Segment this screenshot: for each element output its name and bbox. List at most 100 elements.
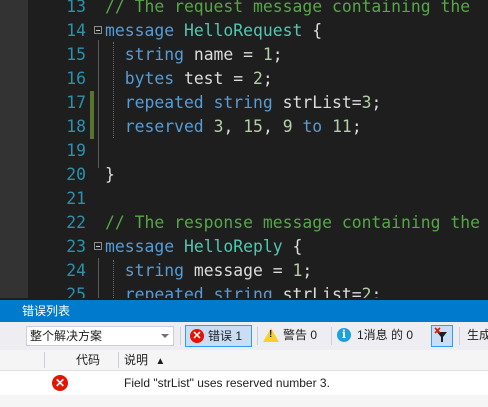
- code-token: 2: [361, 285, 372, 298]
- code-text: string name = 1;: [105, 43, 283, 67]
- code-token: bytes: [105, 69, 175, 88]
- filter-button[interactable]: [431, 325, 453, 347]
- code-token: 11: [332, 117, 352, 136]
- code-text: }: [105, 163, 115, 187]
- code-token: string: [105, 261, 184, 280]
- code-line[interactable]: 19: [0, 139, 488, 163]
- errors-filter-button[interactable]: ✕ 错误 1: [185, 325, 252, 347]
- code-text: message HelloRequest {: [105, 19, 322, 43]
- code-token: name =: [183, 45, 263, 64]
- code-line[interactable]: 13 // The request message containing the: [0, 0, 488, 19]
- column-separator[interactable]: [118, 352, 119, 368]
- line-number: 20: [66, 165, 86, 184]
- code-token: ;: [351, 117, 362, 136]
- code-text: bytes test = 2;: [105, 67, 273, 91]
- code-token: test =: [174, 69, 254, 88]
- line-number: 22: [66, 213, 86, 232]
- description-column-label: 说明: [124, 353, 149, 367]
- code-token: ;: [371, 285, 382, 298]
- code-token: ;: [302, 261, 313, 280]
- description-column-header[interactable]: 说明 ▲: [124, 350, 165, 372]
- code-token: 9: [282, 117, 293, 136]
- scope-dropdown-value: 整个解决方案: [30, 329, 103, 343]
- code-column-header[interactable]: 代码: [76, 350, 100, 370]
- code-text: // The request message containing the: [105, 0, 470, 19]
- code-token: HelloRequest: [183, 21, 303, 40]
- error-list-toolbar: 整个解决方案 ✕ 错误 1 警告 0 i 1消息 的 0 生成: [0, 322, 488, 350]
- code-token: strList=: [272, 93, 362, 112]
- code-line[interactable]: 23 message HelloReply {: [0, 235, 488, 259]
- error-description-cell: Field "strList" uses reserved number 3.: [124, 376, 330, 390]
- errors-filter-label: 错误 1: [208, 329, 243, 343]
- warnings-filter-button[interactable]: 警告 0: [262, 325, 328, 347]
- code-text: repeated string strList=2;: [105, 283, 382, 298]
- code-line[interactable]: 15 string name = 1;: [0, 43, 488, 67]
- build-source-dropdown[interactable]: 生成: [467, 325, 488, 347]
- collapse-icon[interactable]: [94, 26, 102, 34]
- code-token: ;: [262, 69, 273, 88]
- code-token: reserved: [105, 117, 204, 136]
- column-separator[interactable]: [44, 352, 45, 368]
- code-text: // The response message containing the: [105, 211, 480, 235]
- code-token: // The request message containing the: [105, 0, 471, 16]
- code-token: 15: [243, 117, 263, 136]
- code-token: repeated: [105, 93, 204, 112]
- table-row[interactable]: ✕ Field "strList" uses reserved number 3…: [0, 371, 488, 395]
- code-editor[interactable]: 13// The request message containing the 1…: [0, 0, 488, 298]
- code-token: }: [105, 165, 115, 184]
- line-number: 25: [66, 285, 86, 298]
- line-number: 13: [66, 0, 86, 16]
- line-number: 24: [66, 261, 86, 280]
- code-line[interactable]: 22 // The response message containing the: [0, 211, 488, 235]
- code-text: repeated string strList=3;: [105, 91, 382, 115]
- info-circle-icon: i: [337, 328, 351, 342]
- code-text: string message = 1;: [105, 259, 313, 283]
- code-line[interactable]: 20}: [0, 163, 488, 187]
- line-number: 21: [66, 189, 86, 208]
- code-line[interactable]: 14 message HelloRequest {: [0, 19, 488, 43]
- code-token: 1: [292, 261, 303, 280]
- code-token: strList=: [272, 285, 362, 298]
- panel-title[interactable]: 错误列表: [0, 300, 488, 322]
- code-token: // The response message containing the: [105, 213, 480, 232]
- code-line[interactable]: 17 repeated string strList=3;: [0, 91, 488, 115]
- line-number: 17: [66, 93, 86, 112]
- code-token: to: [302, 117, 323, 136]
- code-line[interactable]: 25 repeated string strList=2;: [0, 283, 488, 298]
- code-token: string: [213, 93, 273, 112]
- line-number: 14: [66, 21, 86, 40]
- code-line[interactable]: 18 reserved 3, 15, 9 to 11;: [0, 115, 488, 139]
- toolbar-separator: [331, 327, 332, 345]
- code-token: ,: [262, 117, 283, 136]
- line-number: 15: [66, 45, 86, 64]
- code-token: 2: [253, 69, 263, 88]
- toolbar-separator: [257, 327, 258, 345]
- messages-filter-button[interactable]: i 1消息 的 0: [336, 325, 424, 347]
- code-token: 1: [262, 45, 273, 64]
- code-line[interactable]: 16 bytes test = 2;: [0, 67, 488, 91]
- warnings-filter-label: 警告 0: [283, 328, 318, 342]
- build-source-label: 生成: [467, 328, 488, 342]
- filter-clear-icon: [434, 327, 447, 342]
- code-token: {: [282, 237, 303, 256]
- line-number: 18: [66, 117, 86, 136]
- code-token: string: [213, 285, 273, 298]
- toolbar-separator: [180, 327, 181, 345]
- code-token: ;: [272, 45, 283, 64]
- error-list-panel: 错误列表 整个解决方案 ✕ 错误 1 警告 0 i 1消息 的 0: [0, 300, 488, 407]
- code-line[interactable]: 24 string message = 1;: [0, 259, 488, 283]
- line-number: 23: [66, 237, 86, 256]
- collapse-icon[interactable]: [94, 242, 102, 250]
- messages-filter-label: 1消息 的 0: [357, 328, 414, 342]
- code-line[interactable]: 21: [0, 187, 488, 211]
- code-token: ;: [371, 93, 382, 112]
- scope-dropdown[interactable]: 整个解决方案: [26, 326, 174, 346]
- code-token: 3: [361, 93, 372, 112]
- error-list-header: 代码 说明 ▲: [0, 350, 488, 371]
